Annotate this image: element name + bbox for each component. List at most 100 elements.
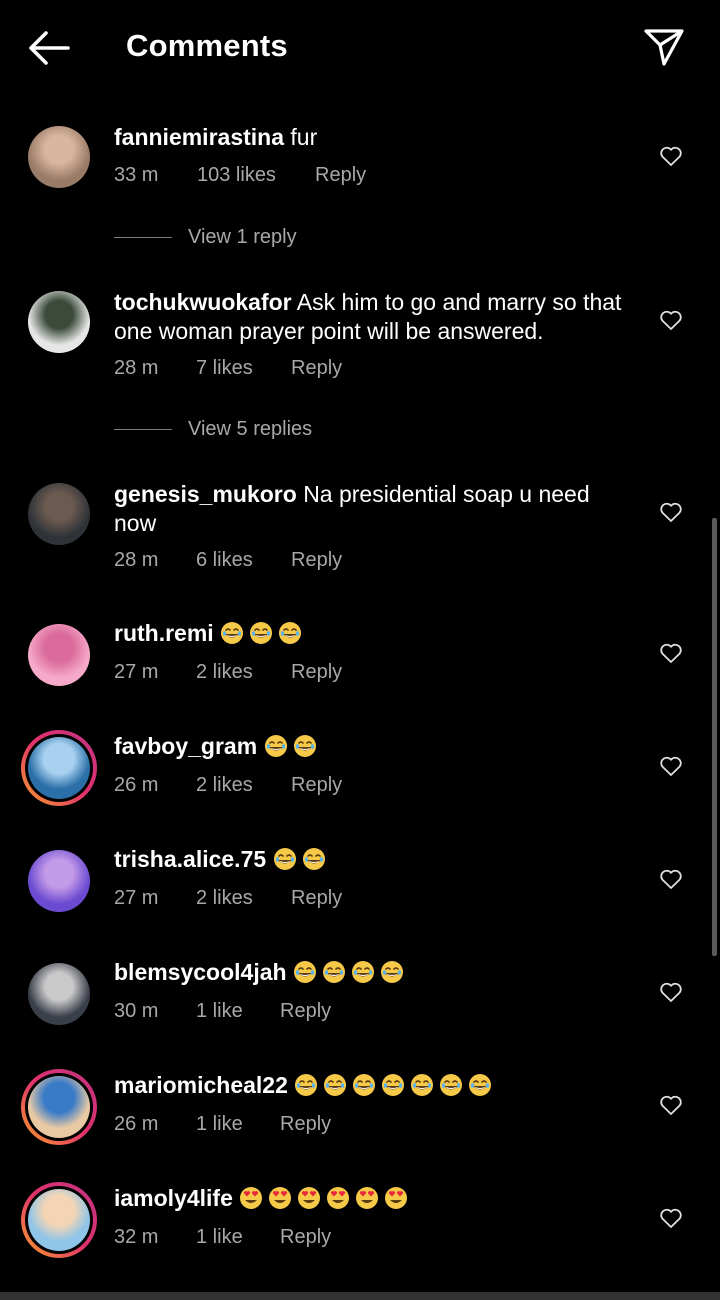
- comment-time: 33 m: [114, 164, 159, 186]
- comment-likes[interactable]: 2 likes: [196, 661, 253, 684]
- comment-username[interactable]: mariomicheal22: [114, 1072, 288, 1098]
- joy-emoji: [380, 959, 409, 985]
- send-icon[interactable]: [642, 26, 686, 68]
- joy-emoji: [249, 620, 278, 646]
- comment-text: tochukwuokafor Ask him to go and marry s…: [114, 288, 634, 346]
- comment-emojis: [294, 1072, 497, 1098]
- back-arrow-icon[interactable]: [26, 28, 72, 68]
- comment-emojis: [293, 959, 409, 985]
- joy-emoji: [468, 1072, 497, 1098]
- joy-emoji: [220, 620, 249, 646]
- reply-button[interactable]: Reply: [291, 774, 342, 797]
- reply-button[interactable]: Reply: [280, 1000, 331, 1023]
- joy-emoji: [381, 1072, 410, 1098]
- reply-button[interactable]: Reply: [291, 357, 342, 380]
- comment-emojis: [264, 733, 322, 759]
- joy-emoji: [273, 846, 302, 872]
- comment-username[interactable]: tochukwuokafor: [114, 289, 292, 315]
- header-bar: Comments: [0, 0, 720, 96]
- comment-body: fur: [290, 124, 318, 150]
- like-heart-icon[interactable]: [659, 868, 683, 890]
- like-heart-icon[interactable]: [659, 981, 683, 1003]
- comment-emojis: [273, 846, 331, 872]
- joy-emoji: [278, 620, 307, 646]
- joy-emoji: [410, 1072, 439, 1098]
- reply-button[interactable]: Reply: [280, 1113, 331, 1136]
- joy-emoji: [302, 846, 331, 872]
- comment-likes[interactable]: 7 likes: [196, 357, 253, 380]
- heart-eyes-emoji: [268, 1185, 297, 1211]
- comment-username[interactable]: fanniemirastina: [114, 124, 284, 150]
- like-heart-icon[interactable]: [659, 642, 683, 664]
- avatar[interactable]: [21, 730, 97, 806]
- comment-username[interactable]: blemsycool4jah: [114, 959, 287, 985]
- comment-text: iamoly4life: [114, 1184, 634, 1213]
- view-replies-link[interactable]: View 1 reply: [114, 226, 297, 249]
- divider: [114, 429, 172, 431]
- comment-text: fanniemirastina fur: [114, 123, 634, 152]
- like-heart-icon[interactable]: [659, 755, 683, 777]
- like-heart-icon[interactable]: [659, 1094, 683, 1116]
- heart-eyes-emoji: [326, 1185, 355, 1211]
- avatar[interactable]: [21, 1182, 97, 1258]
- avatar[interactable]: [28, 291, 90, 353]
- comment-time: 32 m: [114, 1226, 159, 1248]
- comment-text: blemsycool4jah: [114, 958, 634, 987]
- view-replies-link[interactable]: View 5 replies: [114, 418, 312, 441]
- reply-button[interactable]: Reply: [280, 1226, 331, 1249]
- joy-emoji: [351, 959, 380, 985]
- like-heart-icon[interactable]: [659, 501, 683, 523]
- like-heart-icon[interactable]: [659, 145, 683, 167]
- comment-time: 26 m: [114, 1113, 159, 1135]
- comment-likes[interactable]: 2 likes: [196, 774, 253, 797]
- comment-text: trisha.alice.75: [114, 845, 634, 874]
- joy-emoji: [264, 733, 293, 759]
- page-title: Comments: [126, 28, 288, 63]
- joy-emoji: [294, 1072, 323, 1098]
- reply-button[interactable]: Reply: [291, 661, 342, 684]
- comment-time: 30 m: [114, 1000, 159, 1022]
- heart-eyes-emoji: [384, 1185, 413, 1211]
- like-heart-icon[interactable]: [659, 309, 683, 331]
- scrollbar[interactable]: [712, 518, 717, 956]
- comment-likes[interactable]: 103 likes: [197, 164, 276, 187]
- avatar[interactable]: [28, 624, 90, 686]
- heart-eyes-emoji: [355, 1185, 384, 1211]
- comment-text: genesis_mukoro Na presidential soap u ne…: [114, 480, 634, 538]
- joy-emoji: [439, 1072, 468, 1098]
- comment-username[interactable]: ruth.remi: [114, 620, 214, 646]
- view-replies-label[interactable]: View 1 reply: [188, 226, 297, 248]
- reply-button[interactable]: Reply: [291, 549, 342, 572]
- comment-text: favboy_gram: [114, 732, 634, 761]
- comment-username[interactable]: trisha.alice.75: [114, 846, 266, 872]
- comment-time: 26 m: [114, 774, 159, 796]
- joy-emoji: [322, 959, 351, 985]
- comment-likes[interactable]: 2 likes: [196, 887, 253, 910]
- view-replies-label[interactable]: View 5 replies: [188, 418, 312, 440]
- system-navigation-bar: [0, 1292, 720, 1300]
- joy-emoji: [293, 959, 322, 985]
- reply-button[interactable]: Reply: [291, 887, 342, 910]
- avatar[interactable]: [28, 126, 90, 188]
- comment-username[interactable]: iamoly4life: [114, 1185, 233, 1211]
- comment-likes[interactable]: 1 like: [196, 1226, 243, 1249]
- comment-text: mariomicheal22: [114, 1071, 634, 1100]
- avatar[interactable]: [28, 483, 90, 545]
- heart-eyes-emoji: [297, 1185, 326, 1211]
- avatar[interactable]: [28, 963, 90, 1025]
- joy-emoji: [293, 733, 322, 759]
- comment-time: 28 m: [114, 357, 159, 379]
- comment-likes[interactable]: 1 like: [196, 1113, 243, 1136]
- joy-emoji: [323, 1072, 352, 1098]
- comment-username[interactable]: favboy_gram: [114, 733, 257, 759]
- comment-likes[interactable]: 6 likes: [196, 549, 253, 572]
- reply-button[interactable]: Reply: [315, 164, 366, 187]
- avatar[interactable]: [21, 1069, 97, 1145]
- like-heart-icon[interactable]: [659, 1207, 683, 1229]
- avatar[interactable]: [28, 850, 90, 912]
- divider: [114, 237, 172, 239]
- comment-time: 27 m: [114, 661, 159, 683]
- comment-username[interactable]: genesis_mukoro: [114, 481, 297, 507]
- comment-likes[interactable]: 1 like: [196, 1000, 243, 1023]
- comment-emojis: [220, 620, 307, 646]
